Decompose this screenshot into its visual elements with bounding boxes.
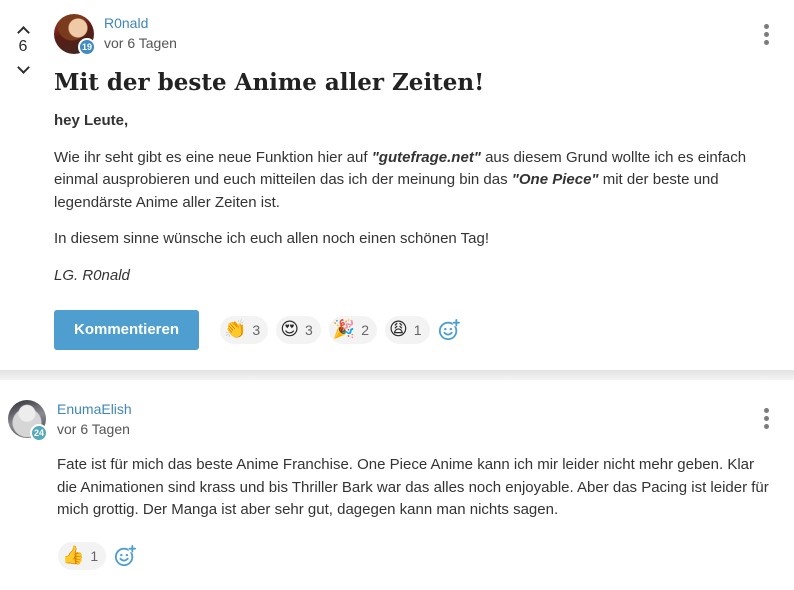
paragraph-1: Wie ihr seht gibt es eine neue Funktion … <box>54 147 784 215</box>
reaction-count: 3 <box>304 322 313 338</box>
emphasis-gutefrage: "gutefrage.net" <box>371 148 481 166</box>
weary-face-icon: 😩 <box>389 319 408 340</box>
party-popper-icon: 🎉 <box>332 319 356 340</box>
reaction-party[interactable]: 🎉 2 <box>328 316 377 344</box>
reaction-count: 1 <box>90 548 99 564</box>
answer-reactions: 👍 1 <box>58 542 137 570</box>
add-reaction-icon[interactable] <box>114 545 137 567</box>
paragraph-1-part-1: Wie ihr seht gibt es eine neue Funktion … <box>54 148 372 166</box>
reaction-weary[interactable]: 😩 1 <box>385 316 430 344</box>
reaction-heart-eyes[interactable]: 😍 3 <box>276 316 321 344</box>
heart-eyes-icon: 😍 <box>280 319 299 340</box>
vote-widget: 6 <box>10 20 36 78</box>
author-level-badge: 19 <box>78 38 96 56</box>
paragraph-2: In diesem sinne wünsche ich euch allen n… <box>54 230 490 247</box>
question-body: hey Leute, Wie ihr seht gibt es eine neu… <box>54 110 784 301</box>
page: 6 19 R0nald vor 6 Tagen Mit der beste An… <box>0 0 794 590</box>
answer-text: Fate ist für mich das beste Anime Franch… <box>57 456 769 518</box>
answer-author-name-link[interactable]: EnumaElish <box>57 401 132 417</box>
reaction-count: 3 <box>252 322 261 338</box>
reaction-count: 2 <box>361 322 369 338</box>
question-title: Mit der beste Anime aller Zeiten! <box>54 69 485 96</box>
reaction-clapping[interactable]: 👏 3 <box>220 316 269 344</box>
comment-button[interactable]: Kommentieren <box>54 310 199 350</box>
upvote-chevron-icon[interactable] <box>10 20 36 38</box>
emphasis-one-piece: "One Piece" <box>511 171 599 188</box>
reaction-count: 1 <box>413 322 422 338</box>
signature: LG. R0nald <box>54 266 130 284</box>
post-timestamp: vor 6 Tagen <box>104 35 177 51</box>
clapping-hands-icon: 👏 <box>224 319 247 340</box>
section-separator <box>0 370 794 380</box>
question-reactions: 👏 3 😍 3 🎉 2 😩 1 <box>220 316 460 344</box>
answer-author-level-badge: 24 <box>30 424 48 442</box>
downvote-chevron-icon[interactable] <box>10 60 36 78</box>
answer-timestamp: vor 6 Tagen <box>57 421 130 437</box>
vote-count: 6 <box>18 38 28 55</box>
question-post: 6 19 R0nald vor 6 Tagen Mit der beste An… <box>0 0 794 370</box>
greeting-text: hey Leute, <box>54 112 129 129</box>
thumbs-up-icon: 👍 <box>62 545 85 566</box>
author-name-link[interactable]: R0nald <box>104 15 148 31</box>
add-reaction-icon[interactable] <box>438 319 460 341</box>
reaction-thumbs-up[interactable]: 👍 1 <box>58 542 107 570</box>
post-options-icon[interactable] <box>759 24 773 48</box>
answer-options-icon[interactable] <box>759 408 773 432</box>
